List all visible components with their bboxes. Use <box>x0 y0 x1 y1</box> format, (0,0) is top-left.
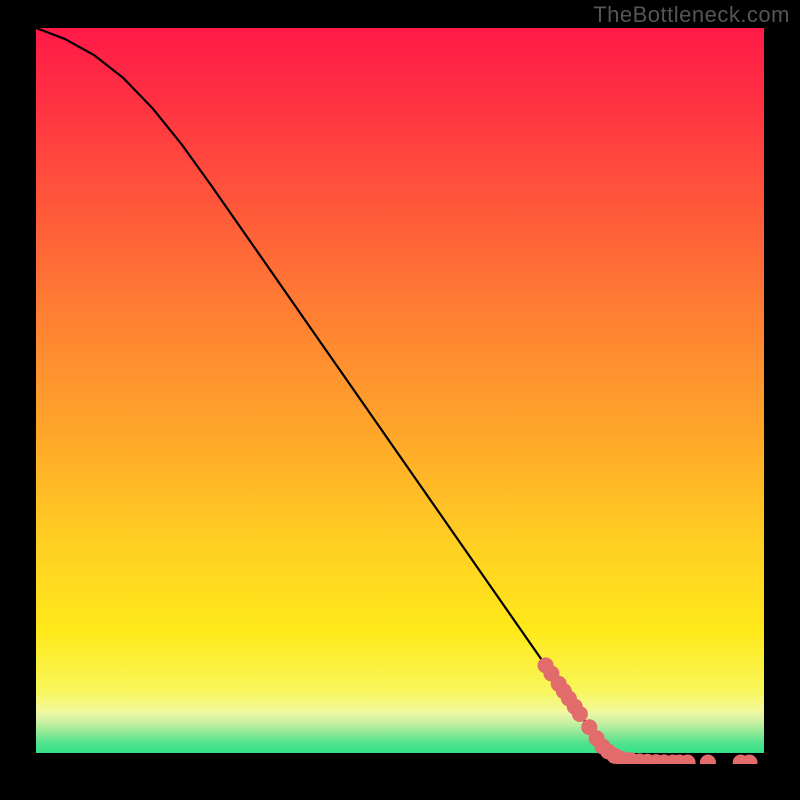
chart-container: TheBottleneck.com <box>0 0 800 800</box>
data-marker <box>572 706 588 722</box>
plot-svg <box>36 28 764 764</box>
watermark-text: TheBottleneck.com <box>593 2 790 28</box>
plot-area <box>36 28 764 764</box>
